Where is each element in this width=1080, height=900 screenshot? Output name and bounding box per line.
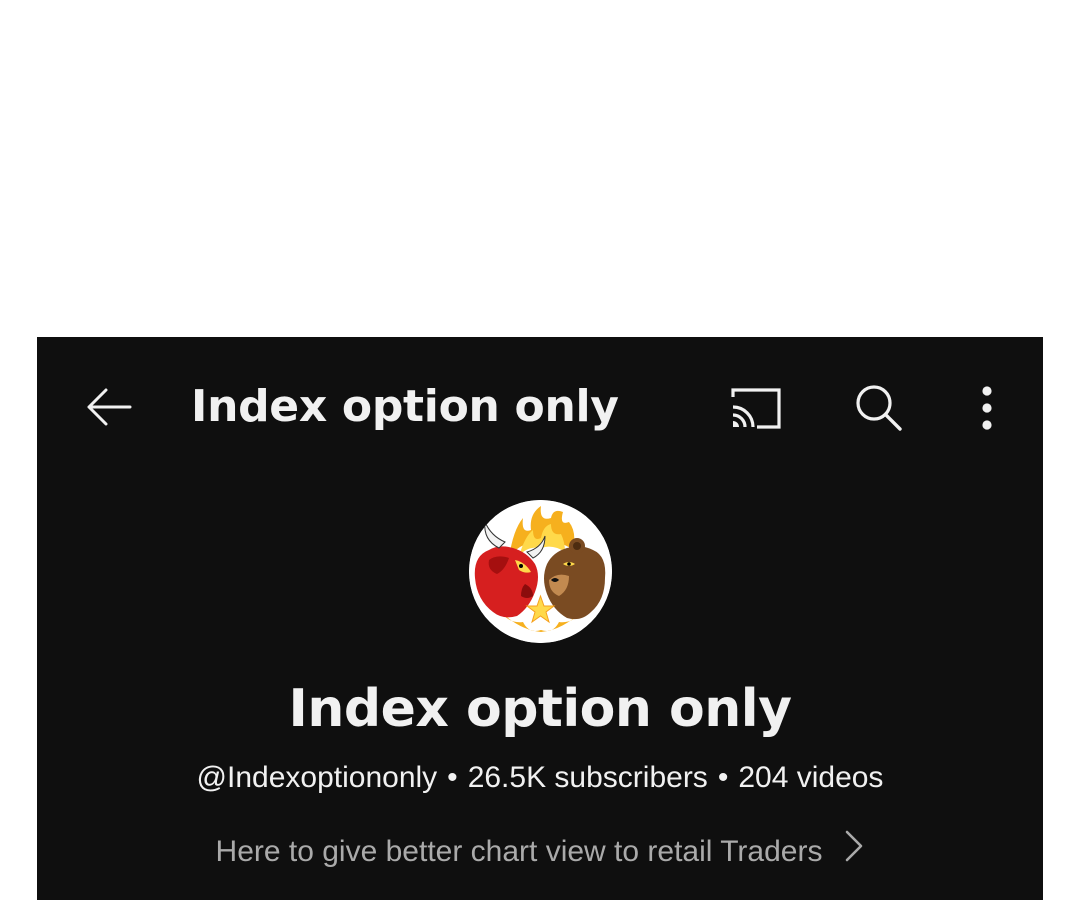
top-app-bar: Index option only bbox=[37, 337, 1043, 487]
cast-button[interactable] bbox=[725, 383, 785, 433]
back-arrow-icon bbox=[87, 388, 132, 426]
video-count: 204 videos bbox=[738, 761, 884, 794]
cast-icon bbox=[731, 388, 781, 429]
back-button[interactable] bbox=[81, 383, 137, 431]
more-vert-icon bbox=[982, 386, 992, 430]
search-icon bbox=[856, 385, 902, 431]
page-title: Index option only bbox=[191, 381, 619, 432]
chevron-right-icon bbox=[844, 829, 864, 871]
search-button[interactable] bbox=[851, 381, 907, 435]
bull-bear-logo bbox=[469, 500, 612, 643]
channel-meta: @Indexoptiononly • 26.5K subscribers • 204 v… bbox=[37, 761, 1043, 795]
channel-description: Here to give better chart view to retail… bbox=[215, 835, 823, 868]
separator-dot: • bbox=[447, 761, 458, 794]
separator-dot: • bbox=[717, 761, 729, 794]
channel-screen: Index option only Index option only @Ind… bbox=[37, 337, 1043, 900]
channel-name: Index option only bbox=[288, 679, 792, 739]
more-options-button[interactable] bbox=[967, 383, 1007, 433]
channel-avatar[interactable] bbox=[469, 500, 612, 643]
subscriber-count: 26.5K subscribers bbox=[467, 761, 708, 794]
channel-description-link[interactable]: Here to give better chart view to retail… bbox=[37, 830, 1043, 871]
channel-handle: @Indexoptiononly bbox=[196, 761, 438, 794]
